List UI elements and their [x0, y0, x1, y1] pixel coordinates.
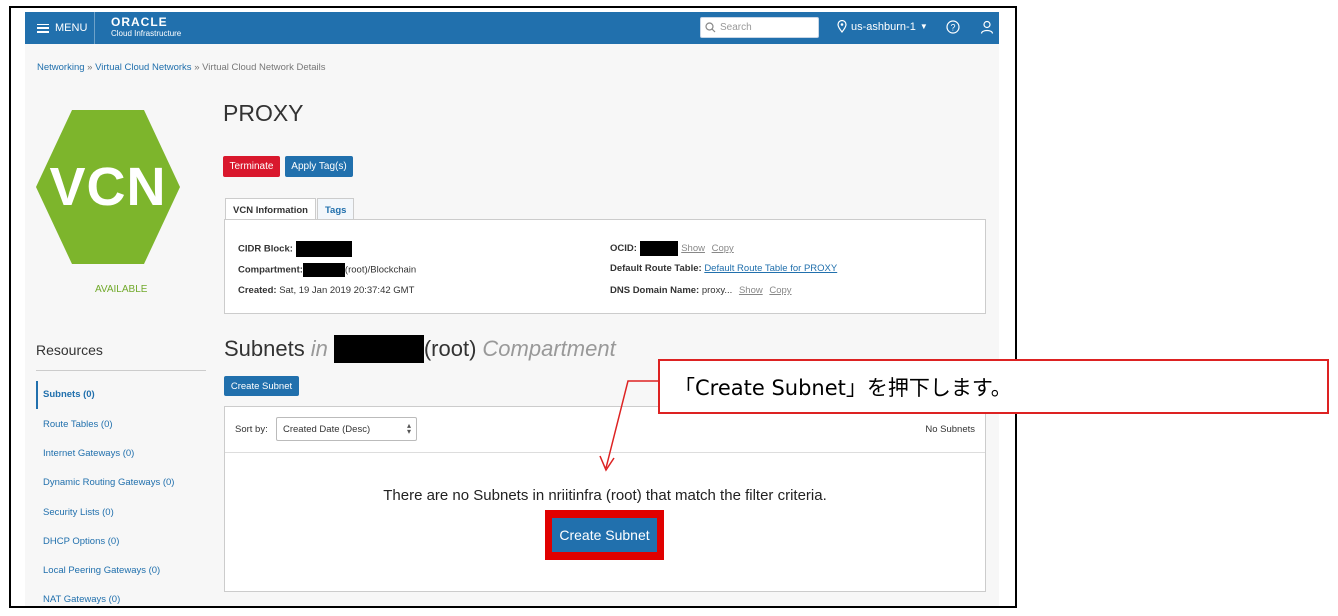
resource-item-local-peering-gateways[interactable]: Local Peering Gateways (0) — [43, 565, 160, 576]
subnets-heading: Subnets in (root) Compartment — [224, 335, 616, 363]
console-page: MENU ORACLE Cloud Infrastructure us-ashb… — [25, 12, 999, 606]
breadcrumb-current: Virtual Cloud Network Details — [202, 62, 326, 73]
resource-item-subnets[interactable]: Subnets (0) — [43, 389, 95, 400]
dns-label: DNS Domain Name: — [610, 285, 700, 296]
ocid-copy-link[interactable]: Copy — [712, 243, 734, 254]
compartment-row: Compartment: (root)/Blockchain — [238, 263, 416, 277]
cidr-row: CIDR Block: — [238, 241, 352, 257]
empty-state-message: There are no Subnets in nriitinfra (root… — [383, 487, 827, 504]
ocid-label: OCID: — [610, 243, 637, 255]
region-selector[interactable]: us-ashburn-1 ▼ — [837, 20, 928, 33]
redacted-block — [302, 263, 345, 277]
dns-show-link[interactable]: Show — [739, 285, 763, 296]
resource-item-route-tables[interactable]: Route Tables (0) — [43, 419, 113, 430]
svg-text:?: ? — [950, 23, 955, 33]
search-icon — [705, 22, 716, 33]
help-icon[interactable]: ? — [946, 20, 960, 39]
resources-title: Resources — [36, 342, 103, 358]
cidr-label: CIDR Block: — [238, 243, 293, 255]
top-navigation-bar: MENU ORACLE Cloud Infrastructure us-ashb… — [25, 12, 999, 44]
annotation-callout: 「Create Subnet」を押下します。 — [658, 359, 1329, 414]
vcn-hexagon-badge: VCN — [36, 110, 180, 269]
menu-label: MENU — [55, 22, 88, 34]
resource-item-internet-gateways[interactable]: Internet Gateways (0) — [43, 448, 134, 459]
redacted-block — [333, 335, 424, 363]
resources-divider — [36, 370, 206, 371]
route-table-label: Default Route Table: — [610, 263, 702, 274]
brand-name: ORACLE — [111, 15, 168, 29]
vcn-information-panel: CIDR Block: Compartment: (root)/Blockchai… — [224, 219, 986, 314]
search-box[interactable] — [700, 17, 819, 38]
resource-item-security-lists[interactable]: Security Lists (0) — [43, 507, 114, 518]
active-indicator — [36, 381, 38, 409]
resource-item-dynamic-routing-gateways[interactable]: Dynamic Routing Gateways (0) — [43, 477, 174, 488]
hamburger-icon — [37, 23, 49, 33]
redacted-block — [639, 241, 678, 256]
created-value: Sat, 19 Jan 2019 20:37:42 GMT — [279, 285, 415, 296]
dns-value: proxy... — [701, 285, 733, 296]
location-pin-icon — [837, 20, 847, 33]
route-table-link[interactable]: Default Route Table for PROXY — [704, 263, 837, 274]
breadcrumb-networking[interactable]: Networking — [37, 62, 85, 73]
ocid-row: OCID: Show Copy — [610, 241, 734, 256]
brand-subtitle: Cloud Infrastructure — [111, 29, 182, 38]
ocid-show-link[interactable]: Show — [681, 243, 705, 254]
create-subnet-large-button[interactable]: Create Subnet — [552, 518, 657, 552]
sort-arrows-icon: ▴ ▾ — [406, 421, 411, 436]
created-row: Created: Sat, 19 Jan 2019 20:37:42 GMT — [238, 285, 414, 296]
chevron-down-icon: ▼ — [919, 22, 928, 31]
subnet-count: No Subnets — [925, 424, 975, 435]
vcn-status: AVAILABLE — [95, 284, 148, 295]
resource-item-nat-gateways[interactable]: NAT Gateways (0) — [43, 594, 120, 605]
search-input[interactable] — [720, 22, 810, 33]
terminate-button[interactable]: Terminate — [223, 156, 280, 177]
dns-copy-link[interactable]: Copy — [769, 285, 791, 296]
subnets-heading-root: (root) — [423, 336, 477, 361]
create-subnet-button[interactable]: Create Subnet — [224, 376, 299, 396]
sort-select[interactable]: Created Date (Desc) ▴ ▾ — [276, 417, 417, 441]
breadcrumb: Networking » Virtual Cloud Networks » Vi… — [37, 62, 326, 73]
compartment-value: (root)/Blockchain — [344, 264, 417, 276]
region-label: us-ashburn-1 — [851, 20, 916, 33]
compartment-label: Compartment: — [238, 264, 303, 276]
sort-value: Created Date (Desc) — [283, 423, 371, 435]
user-icon[interactable] — [980, 20, 994, 39]
subnets-heading-in: in — [310, 336, 328, 361]
breadcrumb-separator: » — [194, 62, 200, 73]
detail-tabs: VCN Information Tags — [225, 198, 355, 222]
sort-label: Sort by: — [235, 424, 268, 435]
subnets-heading-suffix: Compartment — [482, 336, 616, 361]
subnets-list-panel: Sort by: Created Date (Desc) ▴ ▾ No Subne… — [224, 406, 986, 592]
resource-item-dhcp-options[interactable]: DHCP Options (0) — [43, 536, 119, 547]
screenshot-frame: MENU ORACLE Cloud Infrastructure us-ashb… — [9, 6, 1017, 608]
apply-tags-button[interactable]: Apply Tag(s) — [285, 156, 353, 177]
vcn-badge-label: VCN — [49, 157, 167, 217]
created-label: Created: — [238, 285, 277, 296]
menu-button[interactable]: MENU — [25, 12, 95, 44]
page-title: PROXY — [223, 100, 304, 126]
route-table-row: Default Route Table: Default Route Table… — [610, 263, 837, 274]
breadcrumb-vcns[interactable]: Virtual Cloud Networks — [95, 62, 191, 73]
dns-row: DNS Domain Name: proxy... Show Copy — [610, 285, 792, 296]
redacted-block — [295, 241, 352, 257]
subnets-heading-prefix: Subnets — [224, 336, 305, 361]
oracle-logo[interactable]: ORACLE Cloud Infrastructure — [111, 16, 181, 38]
breadcrumb-separator: » — [87, 62, 93, 73]
